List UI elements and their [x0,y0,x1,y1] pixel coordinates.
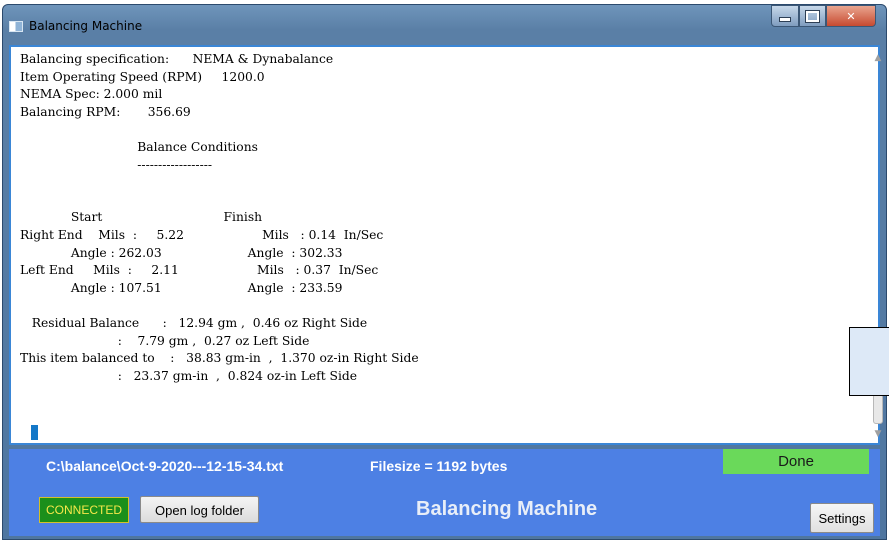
maximize-button[interactable] [799,5,826,27]
minimize-button[interactable] [771,5,799,27]
report-text: Balancing specification: NEMA & Dynabala… [20,52,419,383]
connection-status-badge: CONNECTED [39,497,130,523]
overlay-panel [849,327,889,396]
status-bar: C:\balance\Oct-9-2020---12-15-34.txt Fil… [9,449,880,536]
scroll-up-icon[interactable]: ▲ [870,50,886,66]
text-cursor [31,425,38,440]
scroll-thumb[interactable] [873,394,883,424]
title-bar[interactable]: Balancing Machine ✕ [3,5,886,45]
maximize-icon [805,9,820,23]
done-button[interactable]: Done [723,449,869,474]
app-icon [9,21,23,32]
minimize-icon [779,16,791,22]
scroll-down-icon[interactable]: ▼ [870,426,886,442]
close-icon: ✕ [846,9,856,23]
app-name-label: Balancing Machine [416,498,598,520]
log-file-path: C:\balance\Oct-9-2020---12-15-34.txt [46,458,284,474]
settings-button[interactable]: Settings [810,503,874,533]
file-size-label: Filesize = 1192 bytes [370,458,508,474]
close-button[interactable]: ✕ [826,5,876,27]
open-log-folder-button[interactable]: Open log folder [140,496,259,523]
window-title: Balancing Machine [29,19,143,33]
